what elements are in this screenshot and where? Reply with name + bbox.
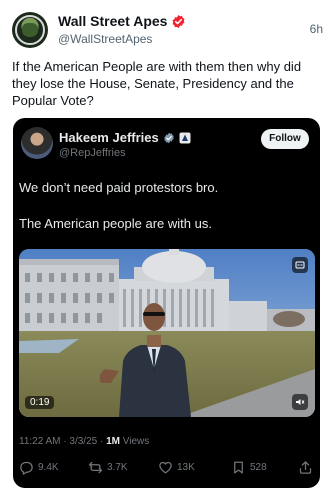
action-bar: 9.4K 3.7K 13K 528	[19, 460, 314, 480]
video-player[interactable]: 0:19	[19, 249, 315, 417]
follow-button[interactable]: Follow	[261, 129, 309, 149]
caption-icon	[295, 261, 305, 269]
verified-badge-icon	[163, 132, 174, 143]
quoted-post-header: Hakeem Jeffries @RepJeffries Follow	[13, 118, 320, 168]
quoted-post-card[interactable]: Hakeem Jeffries @RepJeffries Follow We d…	[13, 118, 320, 488]
views-count: 1M	[106, 436, 120, 447]
video-frame	[19, 249, 315, 417]
reply-icon	[20, 461, 33, 475]
quoted-post-text-line2: The American people are with us.	[19, 216, 212, 231]
repost-icon	[88, 461, 103, 474]
quoted-author-handle[interactable]: @RepJeffries	[59, 147, 126, 159]
captions-button[interactable]	[292, 257, 308, 273]
quoted-post-text-line1: We don’t need paid protestors bro.	[19, 180, 219, 195]
bookmark-count: 528	[250, 462, 267, 473]
verified-badge-icon	[173, 14, 185, 28]
quoted-author-name-row: Hakeem Jeffries	[59, 130, 191, 145]
reply-count: 9.4K	[38, 462, 59, 473]
gov-badge-icon	[179, 132, 191, 143]
views-label: Views	[120, 436, 150, 447]
quoted-author-name[interactable]: Hakeem Jeffries	[59, 130, 159, 145]
outer-post-header: Wall Street Apes @WallStreetApes 6h	[10, 10, 323, 50]
like-count: 13K	[177, 462, 195, 473]
outer-author-name-row: Wall Street Apes	[58, 13, 186, 29]
volume-icon	[296, 399, 305, 405]
post-metadata: 11:22 AM · 3/3/25 · 1M Views	[19, 436, 149, 447]
video-duration: 0:19	[25, 396, 55, 409]
like-button[interactable]: 13K	[158, 460, 195, 475]
outer-author-handle[interactable]: @WallStreetApes	[58, 32, 152, 46]
share-icon	[299, 461, 312, 474]
outer-post-text: If the American People are with them the…	[12, 59, 302, 108]
share-button[interactable]	[298, 460, 313, 475]
bookmark-icon	[234, 461, 243, 474]
outer-post-time[interactable]: 6h	[310, 22, 323, 36]
outer-author-avatar[interactable]	[12, 12, 48, 48]
outer-author-name[interactable]: Wall Street Apes	[58, 13, 167, 29]
quoted-author-avatar[interactable]	[21, 127, 53, 159]
post-timestamp[interactable]: 11:22 AM · 3/3/25 ·	[19, 436, 106, 447]
repost-button[interactable]: 3.7K	[88, 460, 128, 475]
bookmark-button[interactable]: 528	[231, 460, 267, 475]
reply-button[interactable]: 9.4K	[19, 460, 59, 475]
repost-count: 3.7K	[107, 462, 128, 473]
mute-button[interactable]	[292, 394, 308, 410]
like-icon	[159, 461, 172, 474]
